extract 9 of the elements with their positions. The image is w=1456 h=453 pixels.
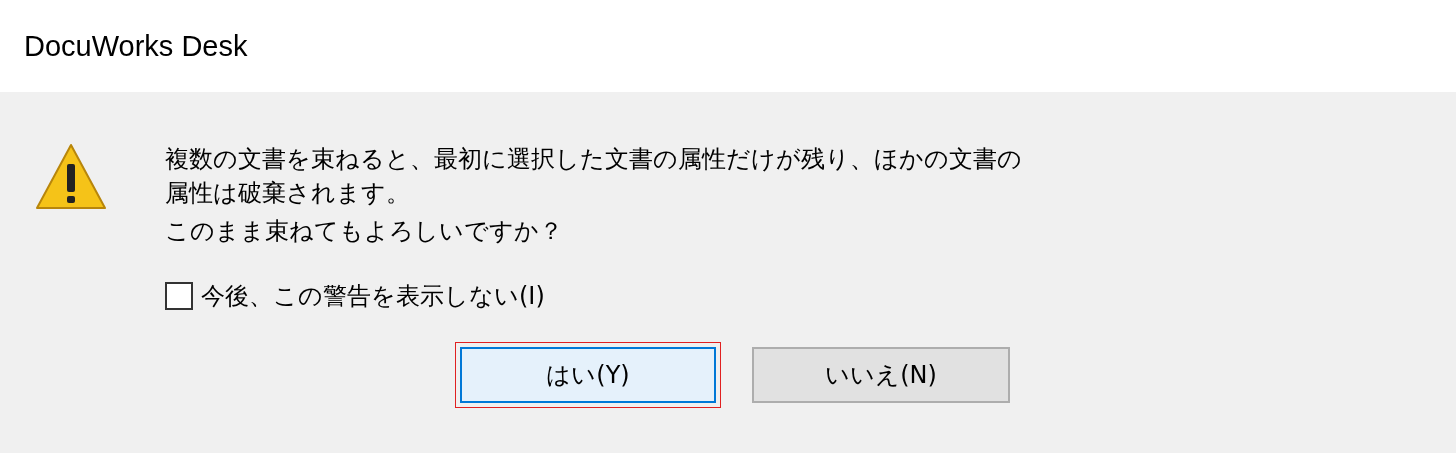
window-title: DocuWorks Desk [24,29,248,63]
checkbox[interactable] [165,282,193,310]
message-line: 複数の文書を束ねると、最初に選択した文書の属性だけが残り、ほかの文書の [165,144,1022,175]
no-button[interactable]: いいえ(N) [752,347,1010,403]
warning-icon [35,142,107,212]
message-line: 属性は破棄されます。 [165,178,411,209]
yes-button[interactable]: はい(Y) [460,347,716,403]
checkbox-label: 今後、この警告を表示しない(I) [201,281,545,312]
message-line: このまま束ねてもよろしいですか？ [165,216,564,247]
